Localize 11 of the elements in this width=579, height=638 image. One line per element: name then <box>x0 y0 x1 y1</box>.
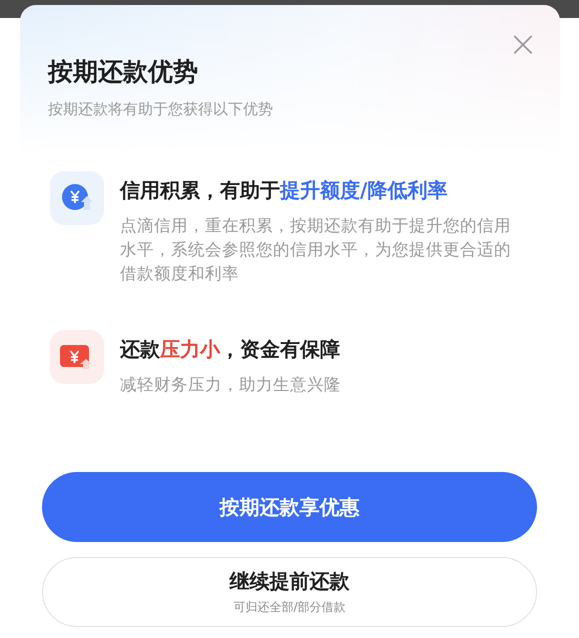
feature-title: 还款压力小，资金有保障 <box>120 336 341 363</box>
dialog-subtitle: 按期还款将有助于您获得以下优势 <box>48 100 274 119</box>
close-button[interactable]: × <box>508 27 538 63</box>
feature-title: 信用积累，有助于提升额度/降低利率 <box>120 177 448 204</box>
feature-description: 点滴信用，重在积累，按期还款有助于提升您的信用水平，系统会参照您的信用水平，为您提供更合适的借款额度和利率 <box>120 215 512 285</box>
button-label: 继续提前还款 <box>230 568 350 595</box>
feature-description: 减轻财务压力，助力生意兴隆 <box>120 374 342 396</box>
button-sublabel: 可归还全部/部分借款 <box>233 599 346 616</box>
dialog-title: 按期还款优势 <box>48 56 199 88</box>
primary-button[interactable]: 按期还款享优惠 <box>42 472 537 542</box>
secondary-button[interactable]: 继续提前还款 可归还全部/部分借款 <box>42 557 537 627</box>
